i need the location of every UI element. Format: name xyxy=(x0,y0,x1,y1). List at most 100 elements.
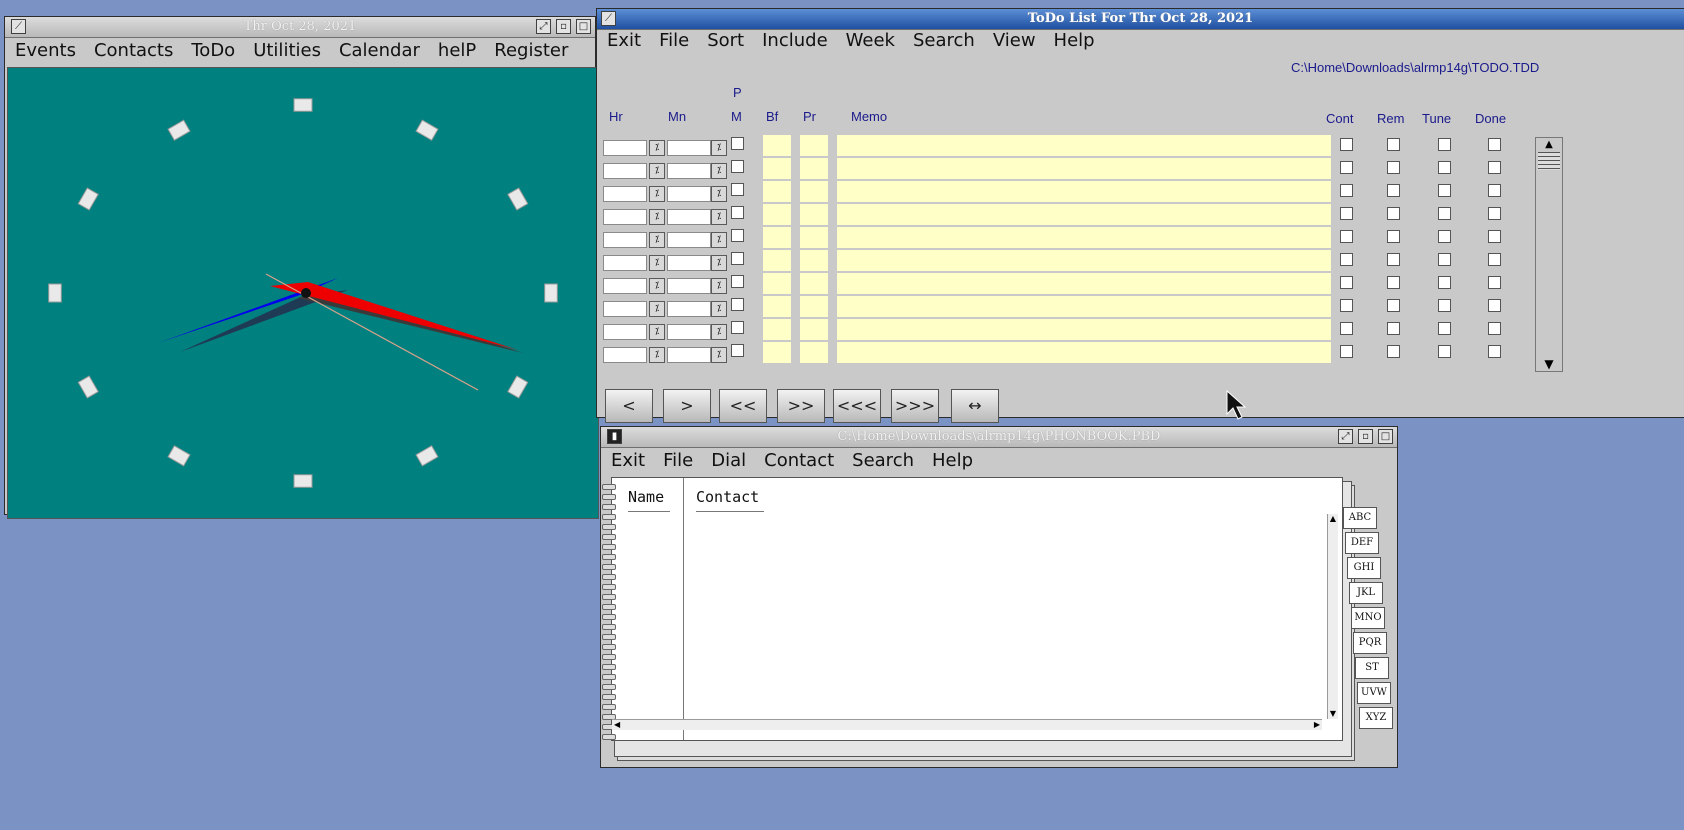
hour-stepper-icon[interactable]: ⁒ xyxy=(649,278,665,294)
memo-field[interactable] xyxy=(837,135,1331,156)
cont-checkbox[interactable] xyxy=(1340,184,1353,197)
done-checkbox[interactable] xyxy=(1488,184,1501,197)
pr-field[interactable] xyxy=(800,342,828,363)
nav-next-month-button[interactable]: >>> xyxy=(891,389,939,423)
minute-stepper-icon[interactable]: ⁒ xyxy=(711,255,727,271)
hour-input[interactable] xyxy=(603,324,647,340)
tab-mno[interactable]: MNO xyxy=(1351,607,1385,629)
rem-checkbox[interactable] xyxy=(1387,161,1400,174)
pm-checkbox[interactable] xyxy=(731,183,744,196)
pr-field[interactable] xyxy=(800,319,828,340)
pm-checkbox[interactable] xyxy=(731,298,744,311)
done-checkbox[interactable] xyxy=(1488,299,1501,312)
hour-stepper-icon[interactable]: ⁒ xyxy=(649,163,665,179)
nav-prev-week-button[interactable]: << xyxy=(719,389,767,423)
pm-checkbox[interactable] xyxy=(731,321,744,334)
cont-checkbox[interactable] xyxy=(1340,207,1353,220)
hour-input[interactable] xyxy=(603,186,647,202)
menu-sort[interactable]: Sort xyxy=(707,30,744,51)
minute-stepper-icon[interactable]: ⁒ xyxy=(711,232,727,248)
pr-field[interactable] xyxy=(800,227,828,248)
done-checkbox[interactable] xyxy=(1488,345,1501,358)
todo-scrollbar[interactable]: ▲ ▼ xyxy=(1535,137,1563,372)
bf-field[interactable] xyxy=(763,181,791,202)
done-checkbox[interactable] xyxy=(1488,253,1501,266)
nav-prev-month-button[interactable]: <<< xyxy=(833,389,881,423)
bf-field[interactable] xyxy=(763,273,791,294)
menu-search[interactable]: Search xyxy=(913,30,975,51)
pr-field[interactable] xyxy=(800,296,828,317)
minute-input[interactable] xyxy=(667,255,711,271)
memo-field[interactable] xyxy=(837,319,1331,340)
tune-checkbox[interactable] xyxy=(1438,299,1451,312)
tune-checkbox[interactable] xyxy=(1438,345,1451,358)
tab-ghi[interactable]: GHI xyxy=(1347,557,1381,579)
pm-checkbox[interactable] xyxy=(731,275,744,288)
tab-st[interactable]: ST xyxy=(1355,657,1389,679)
scroll-down-icon[interactable]: ▼ xyxy=(1538,358,1560,370)
minute-input[interactable] xyxy=(667,324,711,340)
memo-field[interactable] xyxy=(837,273,1331,294)
tab-abc[interactable]: ABC xyxy=(1343,507,1377,529)
minute-input[interactable] xyxy=(667,278,711,294)
pr-field[interactable] xyxy=(800,181,828,202)
menu-help[interactable]: Help xyxy=(1054,30,1095,51)
bf-field[interactable] xyxy=(763,135,791,156)
bf-field[interactable] xyxy=(763,204,791,225)
bf-field[interactable] xyxy=(763,158,791,179)
minute-input[interactable] xyxy=(667,186,711,202)
pm-checkbox[interactable] xyxy=(731,229,744,242)
minute-stepper-icon[interactable]: ⁒ xyxy=(711,140,727,156)
rem-checkbox[interactable] xyxy=(1387,207,1400,220)
tab-pqr[interactable]: PQR xyxy=(1353,632,1387,654)
menu-help[interactable]: helP xyxy=(438,40,476,61)
minute-input[interactable] xyxy=(667,232,711,248)
hour-stepper-icon[interactable]: ⁒ xyxy=(649,140,665,156)
hour-stepper-icon[interactable]: ⁒ xyxy=(649,186,665,202)
scroll-down-icon[interactable]: ▼ xyxy=(1328,709,1338,719)
menu-utilities[interactable]: Utilities xyxy=(253,40,321,61)
cont-checkbox[interactable] xyxy=(1340,230,1353,243)
rem-checkbox[interactable] xyxy=(1387,184,1400,197)
cont-checkbox[interactable] xyxy=(1340,322,1353,335)
menu-help[interactable]: Help xyxy=(932,450,973,471)
menu-week[interactable]: Week xyxy=(846,30,895,51)
tab-def[interactable]: DEF xyxy=(1345,532,1379,554)
bf-field[interactable] xyxy=(763,250,791,271)
hour-stepper-icon[interactable]: ⁒ xyxy=(649,347,665,363)
bf-field[interactable] xyxy=(763,296,791,317)
minute-input[interactable] xyxy=(667,347,711,363)
cont-checkbox[interactable] xyxy=(1340,253,1353,266)
minute-stepper-icon[interactable]: ⁒ xyxy=(711,209,727,225)
cont-checkbox[interactable] xyxy=(1340,299,1353,312)
rem-checkbox[interactable] xyxy=(1387,138,1400,151)
menu-calendar[interactable]: Calendar xyxy=(339,40,420,61)
memo-field[interactable] xyxy=(837,158,1331,179)
pm-checkbox[interactable] xyxy=(731,137,744,150)
hour-input[interactable] xyxy=(603,209,647,225)
nav-next-button[interactable]: > xyxy=(663,389,711,423)
hour-input[interactable] xyxy=(603,140,647,156)
bf-field[interactable] xyxy=(763,342,791,363)
menu-file[interactable]: File xyxy=(659,30,689,51)
hour-input[interactable] xyxy=(603,255,647,271)
bf-field[interactable] xyxy=(763,319,791,340)
pr-field[interactable] xyxy=(800,273,828,294)
pm-checkbox[interactable] xyxy=(731,206,744,219)
menu-contacts[interactable]: Contacts xyxy=(94,40,173,61)
menu-include[interactable]: Include xyxy=(762,30,828,51)
hour-input[interactable] xyxy=(603,163,647,179)
menu-dial[interactable]: Dial xyxy=(711,450,746,471)
hour-input[interactable] xyxy=(603,278,647,294)
cont-checkbox[interactable] xyxy=(1340,161,1353,174)
maximize-icon[interactable]: □ xyxy=(1378,429,1393,444)
tune-checkbox[interactable] xyxy=(1438,253,1451,266)
rem-checkbox[interactable] xyxy=(1387,299,1400,312)
rem-checkbox[interactable] xyxy=(1387,345,1400,358)
tab-jkl[interactable]: JKL xyxy=(1349,582,1383,604)
vertical-scrollbar[interactable]: ▲ ▼ xyxy=(1327,514,1338,719)
minute-input[interactable] xyxy=(667,209,711,225)
tune-checkbox[interactable] xyxy=(1438,276,1451,289)
hour-input[interactable] xyxy=(603,232,647,248)
minute-stepper-icon[interactable]: ⁒ xyxy=(711,347,727,363)
